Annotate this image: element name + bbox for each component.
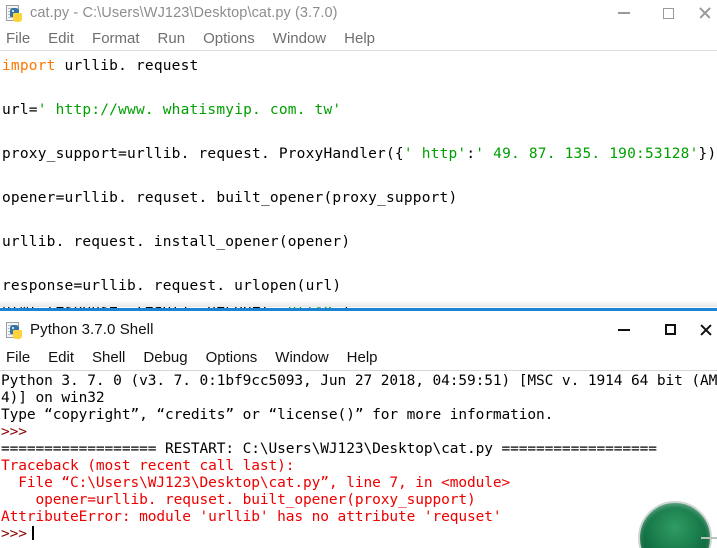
code-editor-area[interactable]: import urllib. request url=' http://www. …	[0, 51, 717, 310]
text-span: :	[466, 146, 476, 162]
text-cursor	[31, 526, 34, 540]
text-span: Python 3. 7. 0 (v3. 7. 0:1bf9cc5093, Jun…	[1, 373, 717, 389]
editor-window-controls	[601, 0, 717, 26]
text-line: AttributeError: module 'urllib' has no a…	[1, 509, 717, 526]
text-line: ================== RESTART: C:\Users\WJ1…	[1, 441, 717, 458]
menu-options[interactable]: Options	[203, 30, 264, 47]
text-span: proxy_support=urllib. request. ProxyHand…	[2, 146, 404, 162]
text-span: Type “copyright”, “credits” or “license(…	[1, 407, 554, 423]
menu-edit[interactable]: Edit	[48, 30, 83, 47]
text-span: urllib. request	[55, 58, 199, 74]
menu-edit[interactable]: Edit	[48, 349, 83, 366]
text-span: AttributeError: module 'urllib' has no a…	[1, 509, 502, 525]
text-line: >>>	[1, 424, 717, 441]
text-line: Type “copyright”, “credits” or “license(…	[1, 407, 717, 424]
text-line: Python 3. 7. 0 (v3. 7. 0:1bf9cc5093, Jun…	[1, 373, 717, 390]
text-span: ' 49. 87. 135. 190:53128'	[475, 146, 699, 162]
editor-close-button[interactable]	[691, 0, 717, 26]
text-span: >>>	[1, 424, 27, 440]
text-line: opener=urllib. requset. built_opener(pro…	[2, 187, 717, 209]
text-line: File “C:\Users\WJ123\Desktop\cat.py”, li…	[1, 475, 717, 492]
menu-window[interactable]: Window	[275, 349, 337, 366]
text-span: ================== RESTART: C:\Users\WJ1…	[1, 441, 657, 457]
shell-close-button[interactable]	[693, 314, 717, 345]
close-icon	[698, 7, 710, 19]
editor-menubar: File Edit Format Run Options Window Help	[0, 26, 717, 51]
editor-window: cat.py - C:\Users\WJ123\Desktop\cat.py (…	[0, 0, 717, 311]
menu-file[interactable]: File	[6, 30, 39, 47]
green-badge-line	[701, 537, 717, 539]
text-span: ' http'	[403, 146, 467, 162]
shell-output-area[interactable]: Python 3. 7. 0 (v3. 7. 0:1bf9cc5093, Jun…	[0, 371, 717, 547]
editor-title: cat.py - C:\Users\WJ123\Desktop\cat.py (…	[30, 5, 338, 21]
text-span: })	[698, 146, 717, 162]
text-span: opener=urllib. requset. built_opener(pro…	[2, 190, 458, 206]
text-span: >>>	[1, 526, 27, 542]
text-line: opener=urllib. requset. built_opener(pro…	[1, 492, 717, 509]
maximize-icon	[663, 7, 674, 19]
text-span: url=	[2, 102, 38, 118]
text-span: urllib. request. install_opener(opener)	[2, 234, 351, 250]
text-line: proxy_support=urllib. request. ProxyHand…	[2, 143, 717, 165]
python-idle-icon	[6, 5, 23, 22]
shell-minimize-button[interactable]	[601, 314, 647, 345]
text-line: response=urllib. request. urlopen(url)	[2, 275, 717, 297]
text-span: import	[2, 58, 56, 74]
shell-window-controls	[601, 314, 717, 345]
window-separator	[0, 308, 717, 311]
screen: cat.py - C:\Users\WJ123\Desktop\cat.py (…	[0, 0, 717, 548]
editor-maximize-button[interactable]	[646, 0, 691, 26]
text-line: url=' http://www. whatismyip. com. tw'	[2, 99, 717, 121]
menu-debug[interactable]: Debug	[143, 349, 196, 366]
menu-format[interactable]: Format	[92, 30, 149, 47]
editor-titlebar[interactable]: cat.py - C:\Users\WJ123\Desktop\cat.py (…	[0, 0, 717, 26]
text-span: ' http://www. whatismyip. com. tw'	[37, 102, 342, 118]
text-line: import urllib. request	[2, 55, 717, 77]
window-edge-shadow	[0, 300, 717, 307]
text-span: opener=urllib. requset. built_opener(pro…	[1, 492, 476, 508]
text-line: >>>	[1, 526, 717, 543]
minimize-icon	[617, 12, 630, 14]
shell-menubar: File Edit Shell Debug Options Window Hel…	[0, 345, 717, 371]
menu-file[interactable]: File	[6, 349, 39, 366]
python-idle-icon	[6, 321, 23, 339]
menu-window[interactable]: Window	[273, 30, 335, 47]
menu-run[interactable]: Run	[158, 30, 195, 47]
menu-help[interactable]: Help	[347, 349, 387, 366]
menu-help[interactable]: Help	[344, 30, 384, 47]
text-span: 4)] on win32	[1, 390, 105, 406]
maximize-icon	[664, 324, 676, 335]
shell-title: Python 3.7.0 Shell	[30, 321, 154, 338]
text-line: urllib. request. install_opener(opener)	[2, 231, 717, 253]
text-span: response=urllib. request. urlopen(url)	[2, 278, 342, 294]
shell-maximize-button[interactable]	[647, 314, 693, 345]
text-span: File “C:\Users\WJ123\Desktop\cat.py”, li…	[1, 475, 511, 491]
text-line: Traceback (most recent call last):	[1, 458, 717, 475]
close-icon	[699, 324, 711, 336]
text-line: 4)] on win32	[1, 390, 717, 407]
shell-window: Python 3.7.0 Shell File Edit Shell Debug…	[0, 314, 717, 548]
editor-minimize-button[interactable]	[601, 0, 646, 26]
menu-shell[interactable]: Shell	[92, 349, 134, 366]
menu-options[interactable]: Options	[206, 349, 267, 366]
text-span: Traceback (most recent call last):	[1, 458, 295, 474]
shell-titlebar[interactable]: Python 3.7.0 Shell	[0, 314, 717, 345]
minimize-icon	[618, 328, 630, 331]
